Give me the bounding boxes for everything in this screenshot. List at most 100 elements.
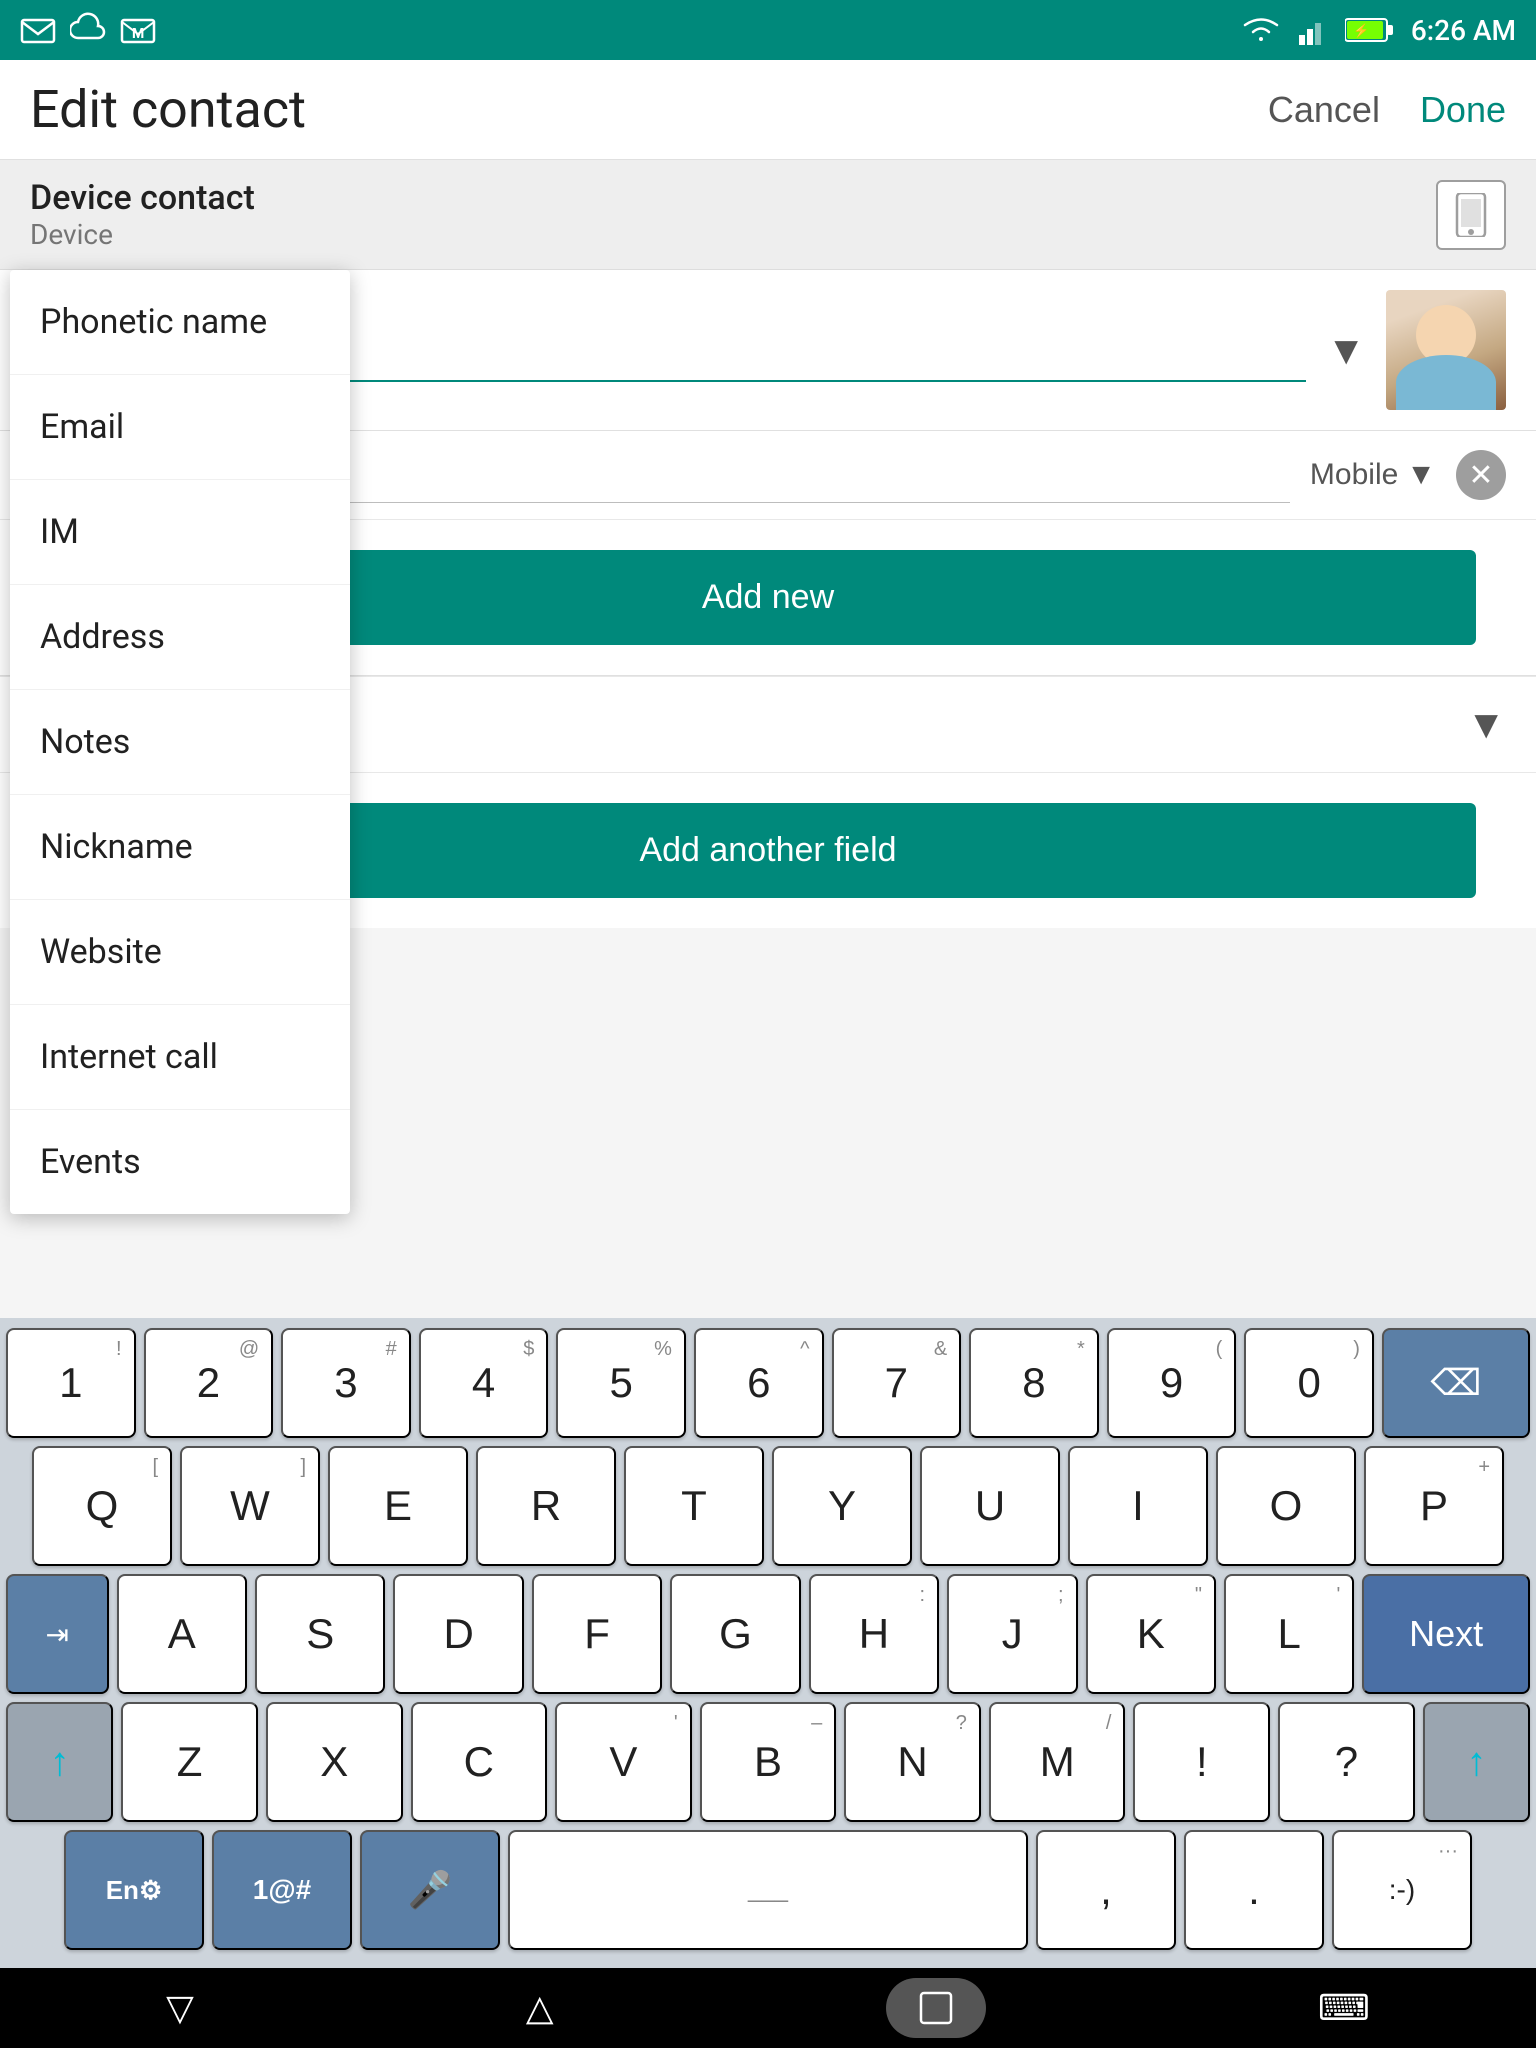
keyboard-nav-button[interactable]: ⌨ bbox=[1318, 1987, 1370, 2029]
key-K[interactable]: "K bbox=[1086, 1574, 1216, 1694]
key-O[interactable]: O bbox=[1216, 1446, 1356, 1566]
shift-key-left[interactable]: ↑ bbox=[6, 1702, 113, 1822]
expand-icon[interactable]: ▼ bbox=[1326, 327, 1366, 374]
key-main-G: G bbox=[719, 1610, 752, 1658]
phone-type-button[interactable]: Mobile ▼ bbox=[1310, 458, 1436, 492]
key-main-U: U bbox=[975, 1482, 1005, 1530]
key-super-1: ! bbox=[116, 1338, 122, 1361]
key-main-C: C bbox=[464, 1738, 494, 1786]
space-label: ___ bbox=[748, 1876, 788, 1904]
key-5[interactable]: %5 bbox=[556, 1328, 686, 1438]
language-key[interactable]: En⚙ bbox=[64, 1830, 204, 1950]
dropdown-item-email[interactable]: Email bbox=[10, 375, 350, 480]
status-bar-right: ⚡ 6:26 AM bbox=[1239, 14, 1516, 47]
key-T[interactable]: T bbox=[624, 1446, 764, 1566]
key-super-H: : bbox=[920, 1584, 926, 1607]
recents-button[interactable] bbox=[886, 1978, 986, 2038]
key-J[interactable]: ;J bbox=[947, 1574, 1077, 1694]
keyboard-row-asdf: ⇥ ASD F G :H;J"K'LNext bbox=[6, 1574, 1530, 1694]
home-button[interactable]: △ bbox=[526, 1987, 554, 2029]
key-P[interactable]: +P bbox=[1364, 1446, 1504, 1566]
dropdown-item-website[interactable]: Website bbox=[10, 900, 350, 1005]
remove-phone-button[interactable]: ✕ bbox=[1456, 450, 1506, 500]
key-9[interactable]: (9 bbox=[1107, 1328, 1237, 1438]
key-![interactable]: ! bbox=[1133, 1702, 1270, 1822]
key-G[interactable]: G bbox=[670, 1574, 800, 1694]
space-key[interactable]: ___ bbox=[508, 1830, 1028, 1950]
key-X[interactable]: X bbox=[266, 1702, 403, 1822]
key-L[interactable]: 'L bbox=[1224, 1574, 1354, 1694]
key-R[interactable]: R bbox=[476, 1446, 616, 1566]
dropdown-item-nickname[interactable]: Nickname bbox=[10, 795, 350, 900]
key-main-0: 0 bbox=[1297, 1359, 1320, 1407]
device-info: Device contact Device bbox=[30, 178, 255, 251]
key-D[interactable]: D bbox=[393, 1574, 523, 1694]
key-0[interactable]: )0 bbox=[1244, 1328, 1374, 1438]
period-key[interactable]: . bbox=[1184, 1830, 1324, 1950]
key-main-F: F bbox=[584, 1610, 610, 1658]
key-Q[interactable]: [Q bbox=[32, 1446, 172, 1566]
key-S[interactable]: S bbox=[255, 1574, 385, 1694]
emoji-key[interactable]: ···:-) bbox=[1332, 1830, 1472, 1950]
key-?[interactable]: ? bbox=[1278, 1702, 1415, 1822]
backspace-key[interactable]: ⌫ bbox=[1382, 1328, 1530, 1438]
device-contact-label: Device contact bbox=[30, 178, 255, 218]
key-main-R: R bbox=[531, 1482, 561, 1530]
key-H[interactable]: :H bbox=[809, 1574, 939, 1694]
key-4[interactable]: $4 bbox=[419, 1328, 549, 1438]
done-button[interactable]: Done bbox=[1420, 89, 1506, 131]
key-2[interactable]: @2 bbox=[144, 1328, 274, 1438]
key-Z[interactable]: Z bbox=[121, 1702, 258, 1822]
dropdown-item-events[interactable]: Events bbox=[10, 1110, 350, 1214]
key-W[interactable]: ]W bbox=[180, 1446, 320, 1566]
dropdown-item-phonetic-name[interactable]: Phonetic name bbox=[10, 270, 350, 375]
device-icon-button[interactable] bbox=[1436, 180, 1506, 250]
comma-key[interactable]: , bbox=[1036, 1830, 1176, 1950]
key-super-8: * bbox=[1077, 1338, 1085, 1361]
key-main-J: J bbox=[1002, 1610, 1023, 1658]
key-M[interactable]: /M bbox=[989, 1702, 1126, 1822]
key-main-E: E bbox=[384, 1482, 412, 1530]
key-super-W: ] bbox=[300, 1456, 306, 1479]
tab-key[interactable]: ⇥ bbox=[6, 1574, 109, 1694]
key-super-9: ( bbox=[1216, 1338, 1223, 1361]
key-8[interactable]: *8 bbox=[969, 1328, 1099, 1438]
key-main-Y: Y bbox=[828, 1482, 856, 1530]
back-button[interactable]: ▽ bbox=[166, 1987, 194, 2029]
shift-key-right[interactable]: ↑ bbox=[1423, 1702, 1530, 1822]
key-U[interactable]: U bbox=[920, 1446, 1060, 1566]
key-F[interactable]: F bbox=[532, 1574, 662, 1694]
symbols-key[interactable]: 1@# bbox=[212, 1830, 352, 1950]
email-status-icon bbox=[20, 12, 56, 48]
key-N[interactable]: ?N bbox=[844, 1702, 981, 1822]
key-C[interactable]: C bbox=[411, 1702, 548, 1822]
dropdown-item-address[interactable]: Address bbox=[10, 585, 350, 690]
key-main-K: K bbox=[1137, 1610, 1165, 1658]
emoji-label: :-) bbox=[1389, 1874, 1415, 1906]
key-I[interactable]: I bbox=[1068, 1446, 1208, 1566]
mic-key[interactable]: 🎤 bbox=[360, 1830, 500, 1950]
key-E[interactable]: E bbox=[328, 1446, 468, 1566]
key-super-B: – bbox=[811, 1712, 822, 1735]
status-bar: M ⚡ 6:26 AM bbox=[0, 0, 1536, 60]
key-V[interactable]: 'V bbox=[555, 1702, 692, 1822]
dropdown-item-im[interactable]: IM bbox=[10, 480, 350, 585]
key-main-O: O bbox=[1270, 1482, 1303, 1530]
next-key[interactable]: Next bbox=[1362, 1574, 1530, 1694]
key-1[interactable]: !1 bbox=[6, 1328, 136, 1438]
dropdown-item-internet-call[interactable]: Internet call bbox=[10, 1005, 350, 1110]
key-Y[interactable]: Y bbox=[772, 1446, 912, 1566]
key-6[interactable]: ^6 bbox=[694, 1328, 824, 1438]
svg-text:M: M bbox=[132, 26, 144, 42]
groups-chevron-icon[interactable]: ▼ bbox=[1466, 701, 1506, 748]
dropdown-item-notes[interactable]: Notes bbox=[10, 690, 350, 795]
cancel-button[interactable]: Cancel bbox=[1268, 89, 1380, 131]
key-3[interactable]: #3 bbox=[281, 1328, 411, 1438]
phone-type-label: Mobile bbox=[1310, 458, 1398, 492]
mic-icon: 🎤 bbox=[408, 1869, 453, 1911]
key-main-M: M bbox=[1040, 1738, 1075, 1786]
key-7[interactable]: &7 bbox=[832, 1328, 962, 1438]
dropdown-menu: Phonetic nameEmailIMAddressNotesNickname… bbox=[10, 270, 350, 1214]
key-A[interactable]: A bbox=[117, 1574, 247, 1694]
key-B[interactable]: –B bbox=[700, 1702, 837, 1822]
